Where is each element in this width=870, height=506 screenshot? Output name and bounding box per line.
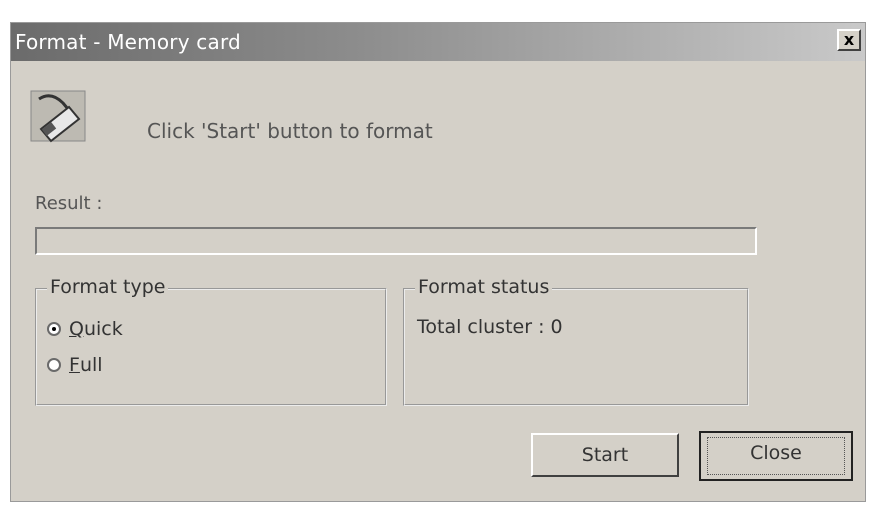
radio-quick-icon[interactable] [47, 322, 61, 336]
radio-quick-label: uick [83, 318, 123, 340]
radio-quick[interactable]: Quick [47, 318, 123, 340]
close-icon[interactable]: x [837, 29, 861, 51]
total-cluster-text: Total cluster : 0 [417, 316, 563, 338]
close-button[interactable]: Close [699, 431, 853, 481]
radio-quick-accel: Q [69, 318, 84, 340]
instruction-text: Click 'Start' button to format [147, 119, 433, 143]
memory-card-format-icon [30, 90, 86, 143]
format-status-group: Format status Total cluster : 0 [403, 276, 749, 406]
window-title: Format - Memory card [15, 30, 241, 54]
format-type-group: Format type Quick Full [35, 276, 387, 406]
format-progress-bar [35, 227, 757, 255]
start-button[interactable]: Start [531, 433, 679, 477]
format-status-legend: Format status [415, 276, 553, 298]
close-button-focus [707, 437, 845, 475]
result-label: Result : [35, 193, 103, 214]
radio-full[interactable]: Full [47, 354, 103, 376]
format-type-legend: Format type [47, 276, 169, 298]
radio-full-icon[interactable] [47, 358, 61, 372]
title-bar[interactable]: Format - Memory card x [11, 23, 865, 61]
radio-full-label: ull [79, 354, 103, 376]
format-dialog: Format - Memory card x Click 'Start' but… [10, 22, 866, 502]
radio-full-accel: F [69, 354, 80, 376]
